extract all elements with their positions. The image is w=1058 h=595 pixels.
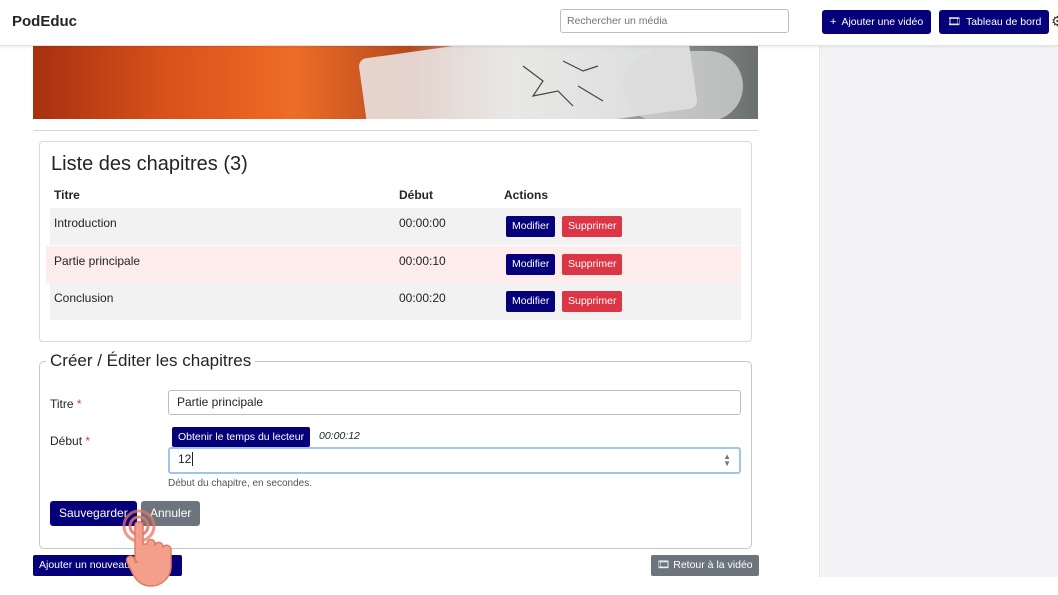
- player-time-value: 00:00:12: [319, 430, 360, 442]
- chapter-form-legend: Créer / Éditer les chapitres: [46, 351, 256, 371]
- edit-chapter-button[interactable]: Modifier: [506, 291, 556, 312]
- chapter-title: Partie principale: [54, 254, 141, 268]
- video-sketch-drawing: [522, 60, 604, 107]
- chapter-start: 00:00:00: [399, 216, 446, 230]
- plus-icon: +: [830, 16, 837, 28]
- delete-chapter-button[interactable]: Supprimer: [562, 216, 623, 237]
- title-field[interactable]: Partie principale: [168, 390, 741, 415]
- start-label-text: Début: [50, 434, 83, 448]
- text-caret: [192, 452, 194, 466]
- film-icon: 🎞︎: [657, 559, 674, 571]
- table-row: Conclusion 00:00:20 Modifier Supprimer: [50, 283, 741, 320]
- film-icon: 🎞︎: [947, 16, 961, 28]
- chapter-list-title: Liste des chapitres (3): [51, 153, 248, 175]
- edit-chapter-button[interactable]: Modifier: [506, 216, 556, 237]
- gear-icon[interactable]: ⚙: [1051, 13, 1058, 30]
- start-field[interactable]: 12 ▲ ▼: [168, 447, 741, 474]
- start-help-text: Début du chapitre, en secondes.: [168, 478, 312, 489]
- right-sidebar: [819, 46, 1058, 577]
- site-brand[interactable]: PodEduc: [12, 13, 77, 30]
- number-spinner[interactable]: ▲ ▼: [723, 453, 731, 468]
- add-video-label: Ajouter une vidéo: [841, 16, 924, 28]
- get-player-time-button[interactable]: Obtenir le temps du lecteur: [172, 427, 311, 447]
- add-video-button[interactable]: + Ajouter une vidéo: [822, 10, 932, 34]
- video-player[interactable]: [33, 46, 758, 119]
- column-header-actions: Actions: [504, 188, 549, 202]
- chapter-title: Conclusion: [54, 291, 114, 305]
- start-field-label: Début *: [50, 434, 90, 448]
- chapter-list-card: Liste des chapitres (3) Titre Début Acti…: [39, 141, 752, 342]
- title-label-text: Titre: [50, 397, 74, 411]
- divider: [33, 130, 758, 131]
- chapter-start: 00:00:20: [399, 291, 446, 305]
- back-to-video-button[interactable]: 🎞︎ Retour à la vidéo: [651, 555, 759, 576]
- delete-chapter-button[interactable]: Supprimer: [562, 254, 623, 275]
- delete-chapter-button[interactable]: Supprimer: [562, 291, 623, 312]
- chapter-start: 00:00:10: [399, 254, 446, 268]
- start-field-value: 12: [178, 452, 192, 466]
- required-mark: *: [76, 397, 82, 411]
- dashboard-label: Tableau de bord: [965, 16, 1042, 28]
- required-mark: *: [85, 434, 91, 448]
- edit-chapter-button[interactable]: Modifier: [506, 254, 556, 275]
- tap-hand-cursor-icon: [122, 509, 172, 587]
- dashboard-button[interactable]: 🎞︎ Tableau de bord: [939, 10, 1050, 34]
- back-to-video-label: Retour à la vidéo: [673, 559, 753, 571]
- title-field-label: Titre *: [50, 397, 82, 411]
- column-header-start: Début: [399, 188, 433, 202]
- table-row: Introduction 00:00:00 Modifier Supprimer: [50, 208, 741, 245]
- table-row: Partie principale 00:00:10 Modifier Supp…: [46, 246, 741, 283]
- chapter-title: Introduction: [54, 216, 117, 230]
- search-input[interactable]: Rechercher un média: [560, 9, 789, 33]
- top-navbar: PodEduc Rechercher un média + Ajouter une…: [0, 0, 1058, 46]
- column-header-title: Titre: [54, 188, 80, 202]
